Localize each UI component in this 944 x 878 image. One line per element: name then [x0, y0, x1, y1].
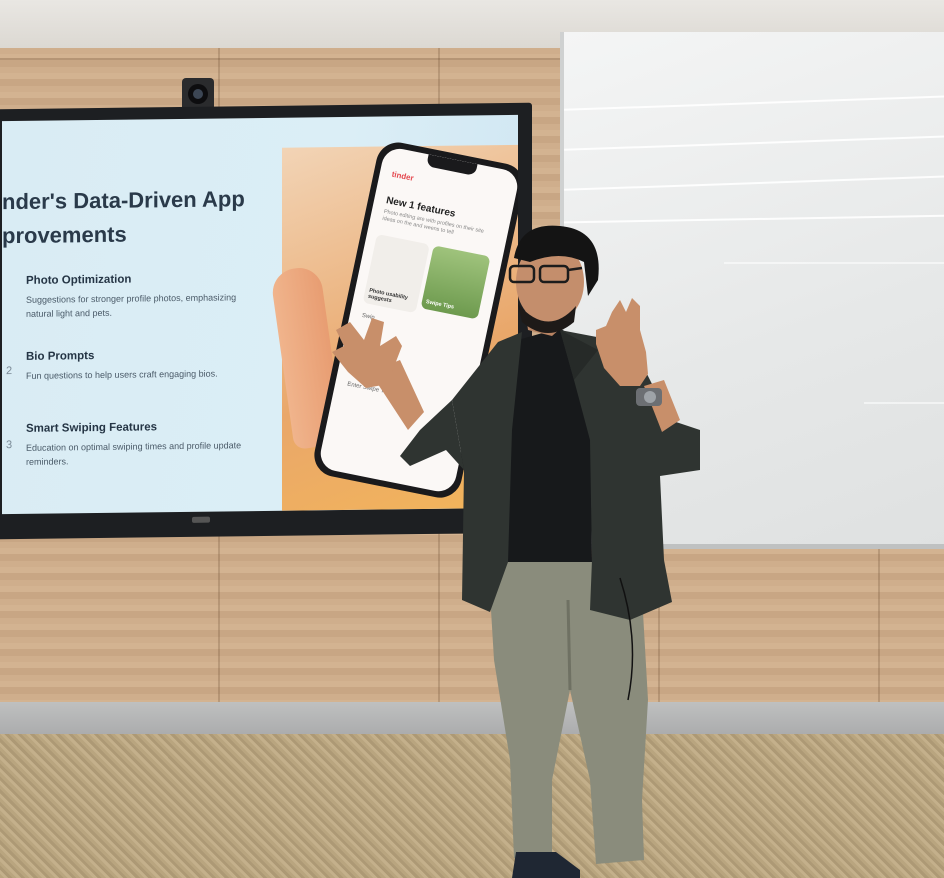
- classroom-scene: nder's Data-Driven App provements Photo …: [0, 0, 944, 878]
- watch-icon: [636, 388, 662, 406]
- presenter: [332, 225, 700, 878]
- presenter-shoes: [512, 852, 580, 878]
